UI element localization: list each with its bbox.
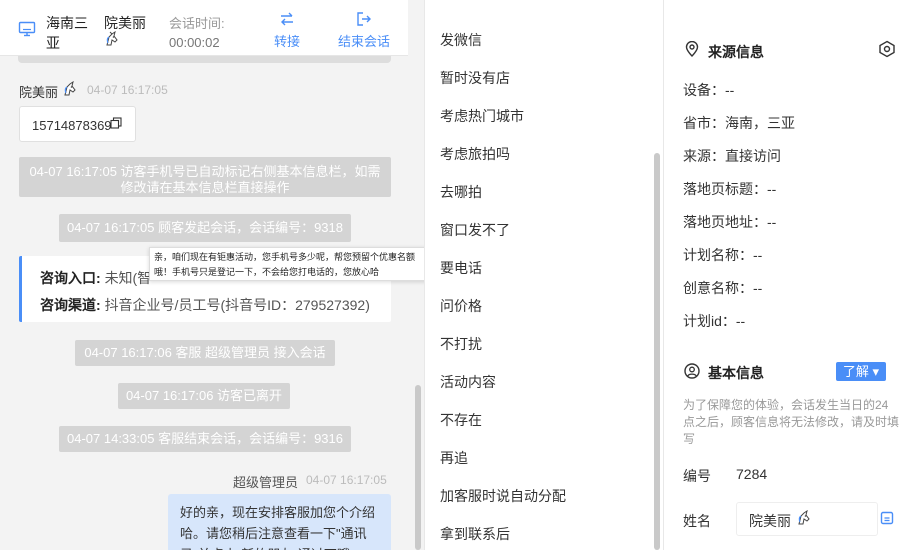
source-device: 设备：--: [683, 82, 735, 98]
name-label: 姓名: [683, 513, 711, 529]
quick-reply-item[interactable]: 去哪拍: [440, 182, 482, 202]
quick-reply-item[interactable]: 暂时没有店: [440, 68, 510, 88]
transfer-button[interactable]: 转接: [272, 11, 302, 50]
quick-reply-item[interactable]: 再追: [440, 448, 468, 468]
consult-entry-row: 咨询入口: 未知(智: [40, 268, 151, 288]
agent-message-time: 04-07 16:17:05: [306, 473, 387, 487]
quick-reply-scrollbar[interactable]: [654, 153, 660, 550]
system-message: 04-07 16:17:06 客服 超级管理员 接入会话: [75, 340, 335, 366]
copy-icon[interactable]: [110, 117, 122, 129]
consult-channel-label: 咨询渠道:: [40, 297, 101, 313]
location-icon: [685, 41, 699, 57]
source-plan-id: 计划id：--: [683, 313, 746, 329]
basic-info-title: 基本信息: [708, 365, 764, 381]
chat-scrollbar[interactable]: [415, 385, 421, 550]
transfer-icon: [281, 12, 293, 26]
source-province-city: 省市：海南，三亚: [683, 115, 795, 131]
source-plan-name: 计划名称：--: [683, 247, 763, 263]
basic-info-note: 为了保障您的体验，会话发生当日的24点之后，顾客信息将无法修改，请及时填写: [683, 398, 900, 446]
exit-icon: [357, 12, 371, 26]
quick-reply-item[interactable]: 拿到联系后: [440, 524, 510, 544]
transfer-label: 转接: [273, 34, 300, 49]
name-value: 院美丽: [749, 513, 791, 529]
system-message: 04-07 14:33:05 客服结束会话，会话编号：9316: [59, 426, 351, 452]
id-value: 7284: [736, 466, 768, 482]
source-landing-url: 落地页地址：--: [683, 214, 777, 230]
system-message: 04-07 16:17:06 访客已离开: [118, 383, 290, 409]
eye-icon[interactable]: [878, 40, 896, 58]
quick-reply-item[interactable]: 不存在: [440, 410, 482, 430]
consult-channel-value: 抖音企业号/员工号(抖音号ID：279527392): [104, 297, 370, 313]
source-origin: 来源：直接访问: [683, 148, 781, 164]
quick-reply-item[interactable]: 考虑旅拍吗: [440, 144, 510, 164]
quick-reply-item[interactable]: 加客服时说自动分配: [440, 486, 566, 506]
source-landing-title: 落地页标题：--: [683, 181, 777, 197]
header-divider: [18, 56, 391, 63]
system-message: 04-07 16:17:05 顾客发起会话，会话编号：9318: [59, 214, 351, 242]
quick-reply-item[interactable]: 不打扰: [440, 334, 482, 354]
customer-info-panel: 来源信息 设备：-- 省市：海南，三亚 来源：直接访问 落地页标题：-- 落地页…: [664, 0, 906, 550]
consult-entry-label: 咨询入口:: [40, 270, 101, 286]
visitor-name: 海南三亚: [46, 15, 88, 51]
copy-icon[interactable]: [880, 511, 894, 525]
agent-message-name: 超级管理员: [233, 475, 299, 490]
source-creative-name: 创意名称：--: [683, 280, 763, 296]
unicorn-emoji: [106, 31, 118, 46]
quick-reply-list: 发微信 暂时没有店 考虑热门城市 考虑旅拍吗 去哪拍 窗口发不了 要电话 问价格…: [424, 0, 664, 550]
visitor-message-time: 04-07 16:17:05: [87, 83, 168, 97]
unicorn-emoji: [798, 510, 810, 525]
source-info-title: 来源信息: [708, 44, 764, 60]
end-session-label: 结束会话: [337, 34, 390, 49]
session-time-value: 00:00:02: [169, 35, 220, 50]
agent-message-bubble: 好的亲，现在安排客服加您个介绍哈。请您稍后注意查看一下"通讯录"并点击"新的朋友…: [168, 494, 391, 550]
session-time-label: 会话时间:: [169, 16, 225, 31]
quick-reply-item[interactable]: 问价格: [440, 296, 482, 316]
quick-reply-tooltip: 亲，咱们现在有钜惠活动，您手机号多少呢，帮您预留个优惠名额哦！手机号只是登记一下…: [149, 247, 424, 281]
consult-channel-row: 咨询渠道: 抖音企业号/员工号(抖音号ID：279527392): [40, 295, 370, 315]
monitor-icon: [18, 21, 36, 37]
agent-name: 院美丽: [104, 15, 146, 31]
quick-reply-item[interactable]: 要电话: [440, 258, 482, 278]
phone-number: 15714878369: [32, 118, 112, 133]
quick-reply-item[interactable]: 窗口发不了: [440, 220, 510, 240]
unicorn-emoji: [64, 81, 76, 96]
quick-reply-item[interactable]: 活动内容: [440, 372, 496, 392]
learn-dropdown-button[interactable]: 了解 ▾: [836, 362, 886, 381]
chat-header: 海南三亚 院美丽 会话时间: 00:00:02 转接 结束会话: [0, 0, 408, 56]
chat-panel: 海南三亚 院美丽 会话时间: 00:00:02 转接 结束会话 院美丽 04-0…: [0, 0, 424, 550]
end-session-button[interactable]: 结束会话: [334, 11, 394, 50]
consult-entry-value: 未知(智: [104, 270, 152, 286]
system-message: 04-07 16:17:05 访客手机号已自动标记右侧基本信息栏，如需修改请在基…: [19, 157, 391, 197]
id-label: 编号: [683, 468, 711, 484]
quick-reply-item[interactable]: 发微信: [440, 30, 482, 50]
quick-reply-item[interactable]: 考虑热门城市: [440, 106, 524, 126]
visitor-message-name: 院美丽: [19, 85, 59, 100]
user-icon: [684, 363, 700, 379]
